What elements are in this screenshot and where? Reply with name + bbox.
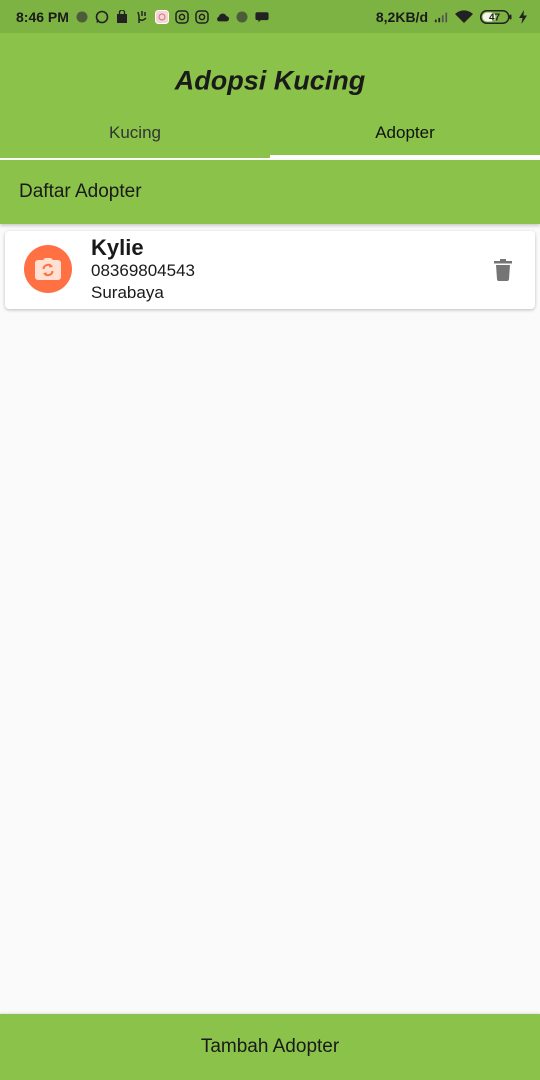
camera-switch-icon [35,258,61,280]
delete-button[interactable] [489,256,517,284]
tab-kucing[interactable]: Kucing [0,108,270,158]
network-speed: 8,2KB/d [375,8,428,25]
shop-icon [115,9,129,24]
section-header: Daftar Adopter [0,160,540,224]
adopter-info: Kylie 08369804543 Surabaya [91,236,195,304]
status-time: 8:46 PM [16,8,69,25]
tab-bar: Kucing Adopter [0,108,540,158]
app-title: Adopsi Kucing [174,65,366,96]
dot-icon [75,10,89,24]
wifi-icon [454,9,474,24]
instagram-icon [195,9,209,24]
avatar [24,245,72,293]
app-icon [154,9,169,24]
tab-adopter[interactable]: Adopter [270,108,540,158]
chat-icon [255,10,269,24]
signal-icon [434,10,448,24]
adopter-phone: 08369804543 [91,261,196,280]
whatsapp-icon [95,10,109,24]
status-left: 8:46 PM [16,9,269,25]
trash-icon [494,259,512,281]
cloud-icon [215,10,229,24]
app-bar: Adopsi Kucing Kucing Adopter [0,33,540,158]
adopter-city: Surabaya [91,283,164,302]
adopter-card[interactable]: Kylie 08369804543 Surabaya [5,231,535,309]
battery-icon: 47 [480,9,512,24]
status-right: 8,2KB/d 47 [376,9,528,25]
adopter-name: Kylie [91,235,144,260]
battery-level: 47 [489,12,501,23]
add-adopter-button[interactable]: Tambah Adopter [0,1014,540,1080]
instagram-icon [175,9,189,24]
charging-icon [518,9,528,24]
dot-icon [235,10,249,24]
hand-icon [135,10,149,24]
status-bar: 8:46 PM 8,2KB/d 47 [0,0,540,33]
